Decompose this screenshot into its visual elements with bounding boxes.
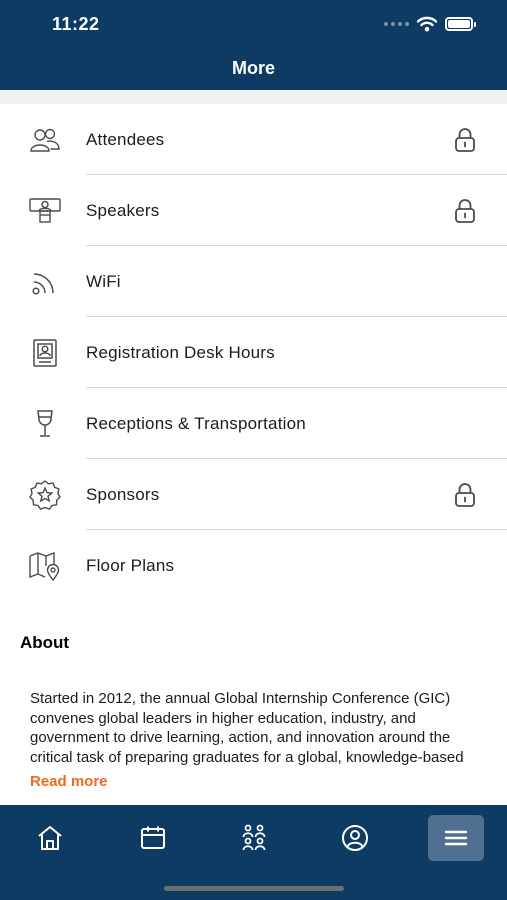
tab-people[interactable]	[226, 815, 282, 861]
menu-item-label: Receptions & Transportation	[86, 413, 306, 433]
tab-more[interactable]	[428, 815, 484, 861]
more-menu-list: Attendees Speakers WiFi Registration Des…	[0, 104, 507, 601]
tab-home[interactable]	[22, 815, 78, 861]
read-more-link[interactable]: Read more	[30, 773, 114, 790]
menu-item-label: Registration Desk Hours	[86, 342, 275, 362]
menu-item-floor-plans[interactable]: Floor Plans	[0, 530, 507, 601]
badge-icon	[27, 338, 63, 368]
lock-icon	[453, 482, 477, 508]
lock-icon	[453, 198, 477, 224]
attendees-icon	[27, 125, 63, 155]
menu-item-label: WiFi	[86, 271, 121, 291]
page-title: More	[231, 58, 275, 78]
status-icons	[384, 14, 476, 34]
lock-icon	[453, 127, 477, 153]
speaker-podium-icon	[27, 196, 63, 226]
people-icon	[242, 824, 266, 851]
header-separator	[0, 90, 507, 104]
home-indicator[interactable]	[164, 886, 344, 891]
tab-bar	[0, 805, 507, 900]
home-icon	[38, 826, 62, 850]
wine-glass-icon	[27, 409, 63, 439]
menu-item-registration-desk-hours[interactable]: Registration Desk Hours	[0, 317, 507, 388]
menu-icon	[444, 830, 468, 846]
sponsor-star-icon	[27, 479, 63, 510]
menu-item-label: Attendees	[86, 129, 165, 149]
about-text: Started in 2012, the annual Global Inter…	[30, 690, 464, 765]
menu-item-label: Sponsors	[86, 484, 160, 504]
status-time: 11:22	[52, 14, 100, 34]
menu-item-attendees[interactable]: Attendees	[0, 104, 507, 175]
menu-item-label: Speakers	[86, 200, 160, 220]
menu-item-label: Floor Plans	[86, 555, 175, 575]
map-icon	[27, 551, 63, 581]
wifi-icon	[27, 267, 63, 297]
menu-item-receptions-transportation[interactable]: Receptions & Transportation	[0, 388, 507, 459]
battery-icon	[445, 17, 476, 31]
tab-profile[interactable]	[327, 815, 383, 861]
tab-schedule[interactable]	[125, 815, 181, 861]
about-section: About Started in 2012, the annual Global…	[0, 600, 507, 805]
wifi-status-icon	[417, 16, 437, 32]
about-heading: About	[20, 633, 70, 652]
calendar-icon	[141, 826, 165, 849]
profile-icon	[342, 825, 368, 851]
menu-item-speakers[interactable]: Speakers	[0, 175, 507, 246]
app-header: 11:22 More	[0, 0, 507, 90]
menu-item-sponsors[interactable]: Sponsors	[0, 459, 507, 530]
cellular-signal-icon	[384, 22, 409, 26]
menu-item-wifi[interactable]: WiFi	[0, 246, 507, 317]
